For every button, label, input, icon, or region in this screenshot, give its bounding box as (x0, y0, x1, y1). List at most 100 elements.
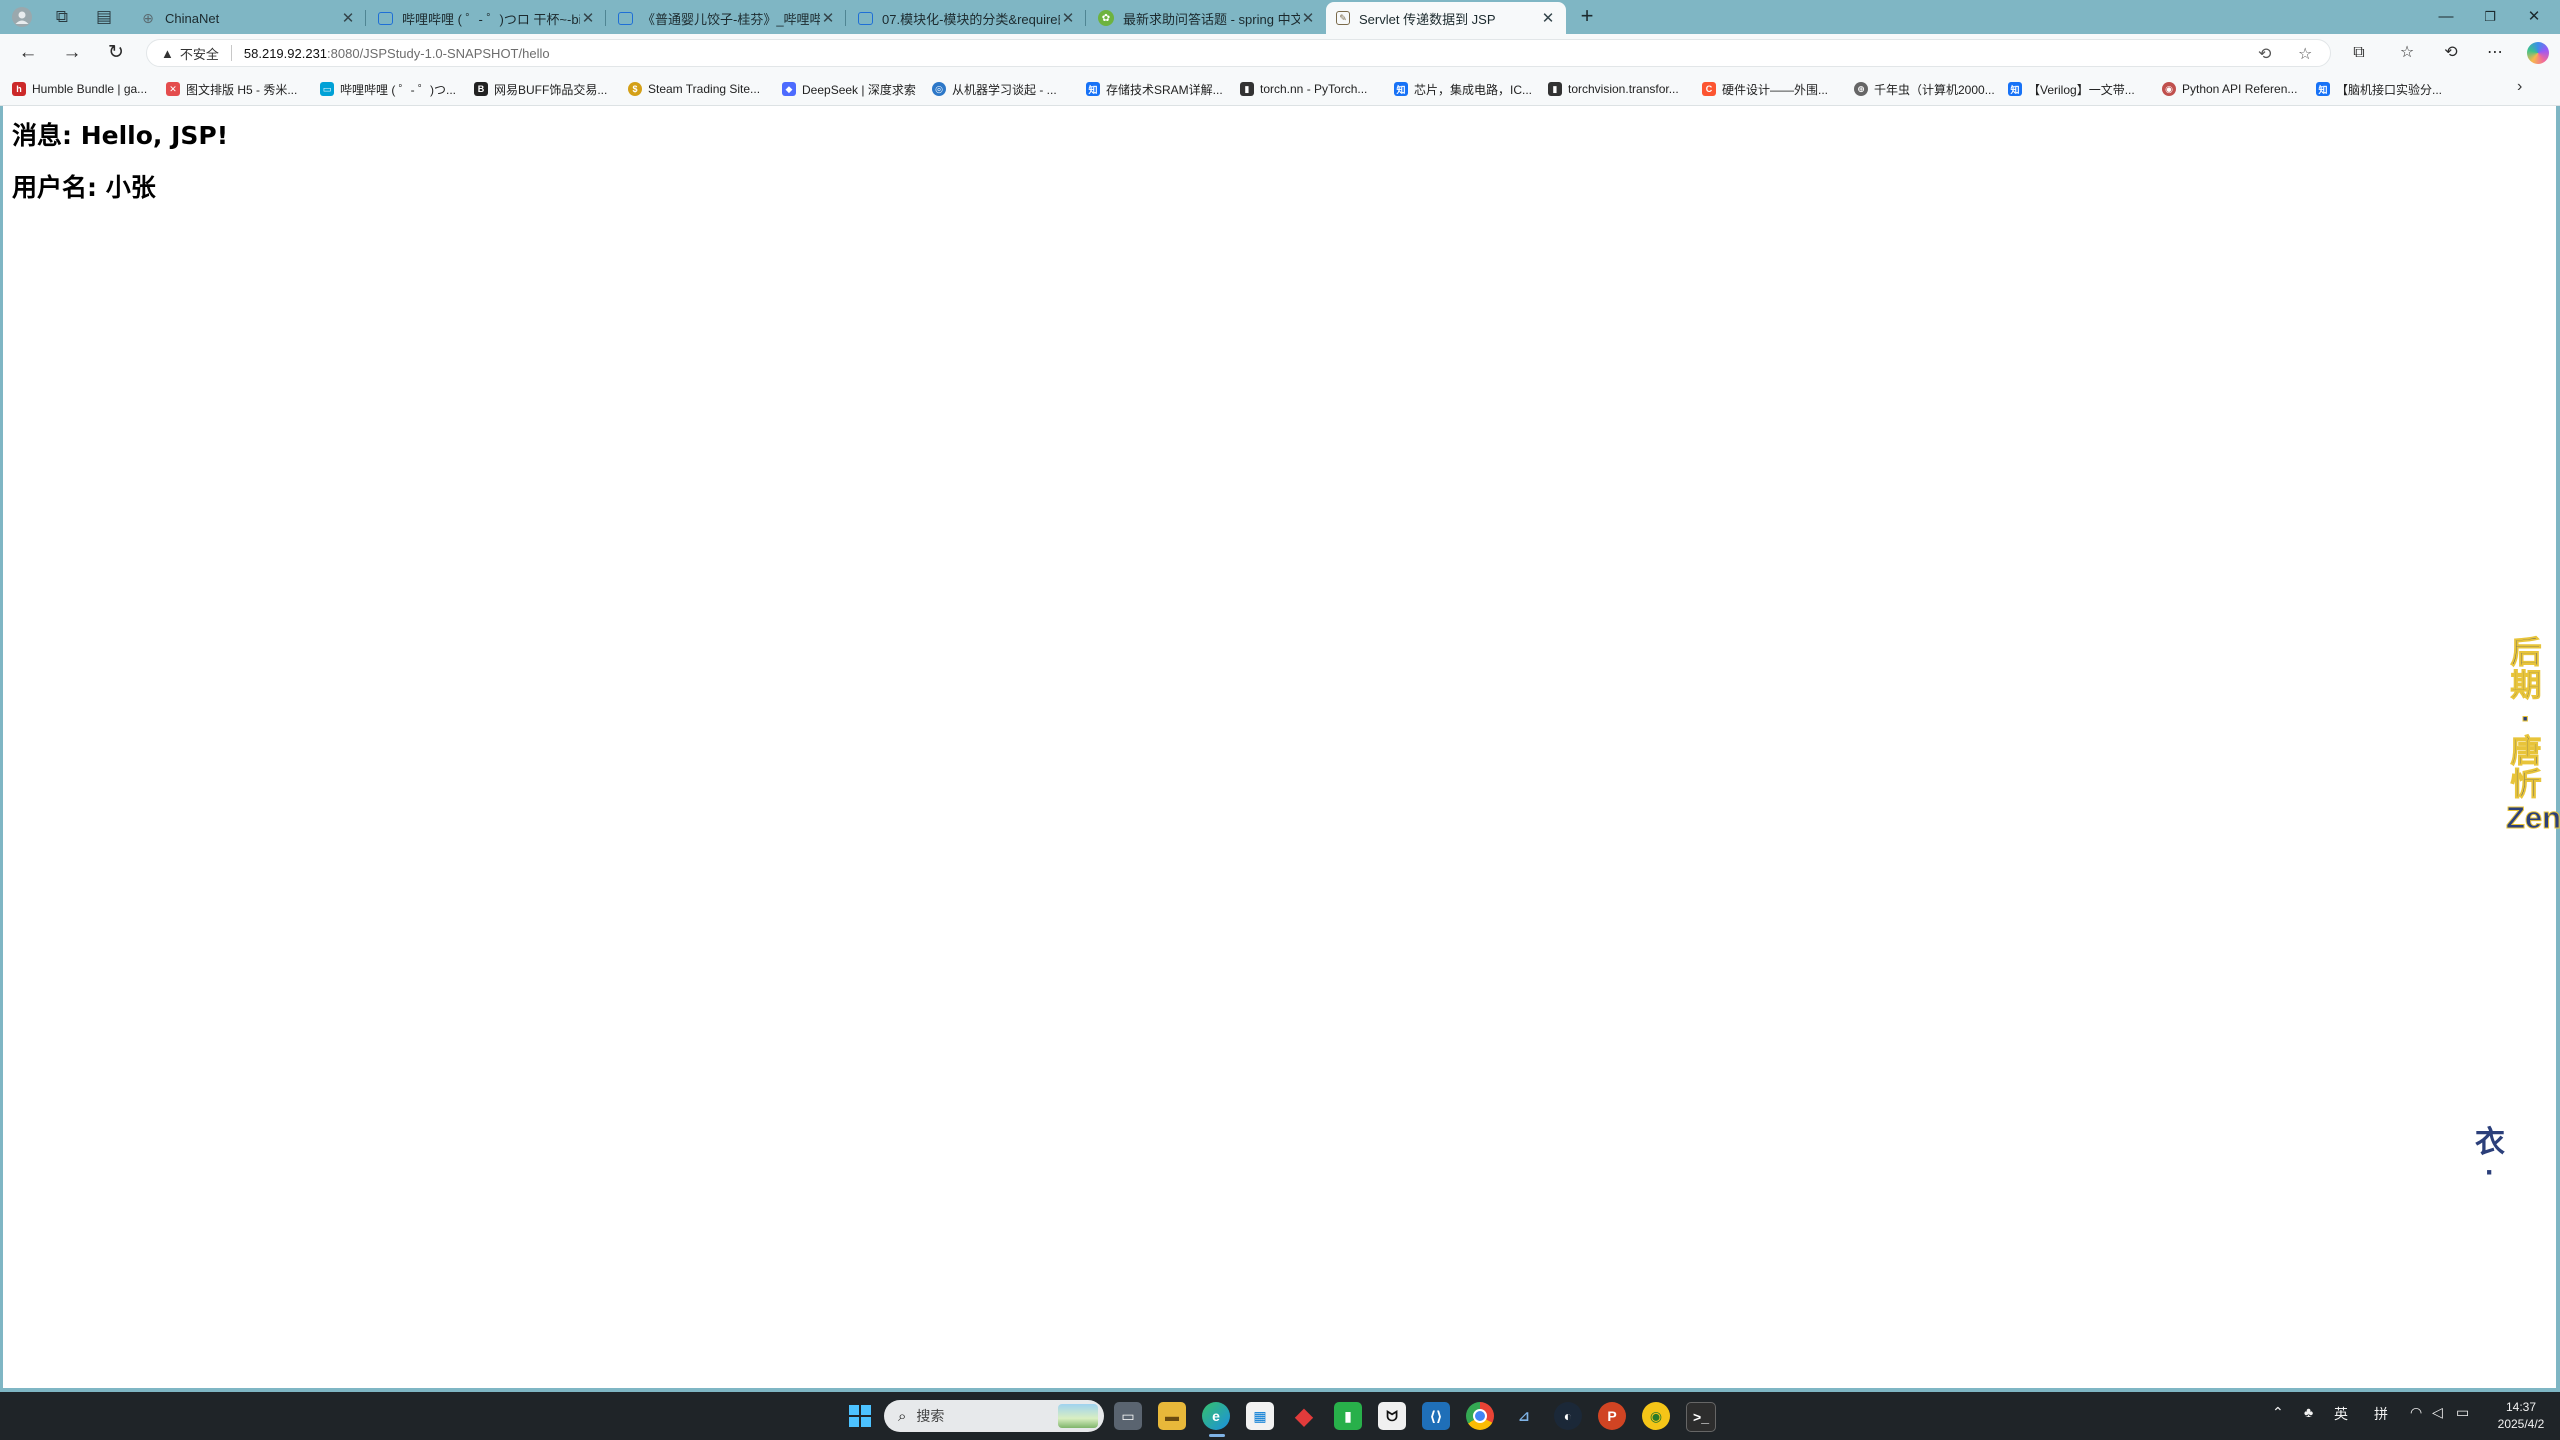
app-green-icon[interactable]: ▮ (1334, 1402, 1362, 1430)
side-decoration-text-2: 衣· (2475, 1126, 2505, 1189)
bookmark-item[interactable]: 知【脑机接口实验分... (2316, 80, 2442, 98)
bookmark-label: Humble Bundle | ga... (32, 82, 148, 96)
spring-icon: ✿ (1098, 10, 1114, 26)
forward-icon[interactable]: → (58, 41, 86, 65)
bilibili-icon: ▭ (320, 82, 334, 96)
bookmark-label: 从机器学习谈起 - ... (952, 82, 1057, 97)
windows-start-icon[interactable] (846, 1402, 874, 1430)
bookmark-item[interactable]: ✕ 图文排版 H5 - 秀米... (166, 80, 297, 98)
task-view-icon[interactable]: ▭ (1114, 1402, 1142, 1430)
bookmark-label: 【脑机接口实验分... (2336, 82, 2443, 97)
bookmark-label: 硬件设计——外围... (1722, 82, 1829, 97)
humble-icon: h (12, 82, 26, 96)
steam-trading-icon: $ (628, 82, 642, 96)
favorite-star-icon[interactable]: ☆ (2298, 44, 2312, 64)
new-tab-icon[interactable]: + (1575, 5, 1599, 29)
bookmark-label: 图文排版 H5 - 秀米... (186, 82, 298, 97)
taskbar: ⌕ 搜索 ▭ ▬ e ▦ ◆ ▮ ᗢ ⟨⟩ ⊿ ◐ P ◉ >_ ⌃ ♣ 英 拼… (0, 1392, 2560, 1440)
bookmark-item[interactable]: 知存储技术SRAM详解... (1086, 80, 1223, 98)
taskbar-search[interactable]: ⌕ 搜索 (884, 1400, 1104, 1432)
tray-app-icon[interactable]: ♣ (2304, 1404, 2313, 1420)
taskbar-clock[interactable]: 14:37 2025/4/2 (2488, 1399, 2554, 1433)
more-menu-icon[interactable]: ⋯ (2481, 41, 2509, 65)
vscode-icon[interactable]: ⟨⟩ (1422, 1402, 1450, 1430)
close-tab-icon[interactable]: ✕ (1060, 9, 1076, 27)
bookmark-item[interactable]: 知芯片，集成电路，IC... (1394, 80, 1532, 98)
bookmark-item[interactable]: $ Steam Trading Site... (628, 80, 760, 98)
input-language-indicator[interactable]: 英 (2334, 1404, 2348, 1424)
bookmark-item[interactable]: C 硬件设计——外围... (1702, 80, 1828, 98)
bookmark-item[interactable]: ▮ torchvision.transfor... (1548, 80, 1679, 98)
bookmark-item[interactable]: ⊕ 千年虫（计算机2000... (1854, 80, 1995, 98)
close-window-icon[interactable]: ✕ (2512, 4, 2556, 30)
bookmark-item[interactable]: ▭ 哔哩哔哩 ( ゜- ゜)つ... (320, 80, 456, 98)
read-aloud-icon[interactable]: ⟲ (2258, 44, 2271, 64)
edge-icon[interactable]: e (1202, 1402, 1230, 1430)
app-blue-icon[interactable]: ⊿ (1510, 1402, 1538, 1430)
workspaces-icon[interactable]: ⧉ (48, 5, 76, 29)
close-tab-icon[interactable]: ✕ (820, 9, 836, 27)
tab-bilibili-video[interactable]: 《普通婴儿饺子-桂芬》_哔哩哔哩 ✕ (608, 2, 846, 34)
tray-overflow-icon[interactable]: ⌃ (2272, 1404, 2284, 1421)
input-method-indicator[interactable]: 拼 (2374, 1404, 2388, 1424)
address-bar[interactable]: ▲ 不安全 58.219.92.231:8080/JSPStudy-1.0-SN… (146, 39, 2331, 67)
wifi-icon[interactable]: ◠ (2410, 1404, 2422, 1421)
csdn-icon: C (1702, 82, 1716, 96)
favorites-icon[interactable]: ☆ (2393, 41, 2421, 65)
file-explorer-icon[interactable]: ▬ (1158, 1402, 1186, 1430)
globe-icon: ⊕ (1854, 82, 1868, 96)
steam-icon[interactable]: ◐ (1554, 1402, 1582, 1430)
restore-icon[interactable]: ❐ (2468, 4, 2512, 30)
tab-title: 哔哩哔哩 ( ゜- ゜)つロ 干杯~-bilibili (402, 11, 580, 27)
tab-bilibili-home[interactable]: 哔哩哔哩 ( ゜- ゜)つロ 干杯~-bilibili ✕ (368, 2, 606, 34)
bookmark-item[interactable]: ◎ 从机器学习谈起 - ... (932, 80, 1057, 98)
chevron-right-icon[interactable]: › (2517, 78, 2522, 96)
battery-icon[interactable]: ▭ (2456, 1404, 2469, 1421)
profile-avatar-icon[interactable] (8, 5, 36, 29)
username-heading: 用户名: 小张 (12, 173, 156, 202)
python-icon: ◉ (2162, 82, 2176, 96)
message-heading: 消息: Hello, JSP! (12, 121, 229, 150)
bookmark-item[interactable]: ◉ Python API Referen... (2162, 80, 2297, 98)
close-tab-icon[interactable]: ✕ (1540, 9, 1556, 27)
tab-title: 07.模块化-模块的分类&require的 (882, 11, 1060, 27)
vertical-tabs-icon[interactable]: ▤ (90, 5, 118, 29)
app-yellow-icon[interactable]: ◉ (1642, 1402, 1670, 1430)
clock-date: 2025/4/2 (2497, 1417, 2545, 1431)
volume-icon[interactable]: ◁ (2432, 1404, 2443, 1421)
bookmark-item[interactable]: ◆ DeepSeek | 深度求索 (782, 80, 916, 98)
tab-spring[interactable]: ✿ 最新求助问答话题 - spring 中文社区 ✕ (1088, 2, 1326, 34)
insecure-label[interactable]: 不安全 (180, 44, 219, 63)
active-indicator (1209, 1434, 1225, 1437)
reload-icon[interactable]: ↻ (102, 41, 130, 65)
bookmark-item[interactable]: ▮ torch.nn - PyTorch... (1240, 80, 1367, 98)
tab-servlet-active[interactable]: ✎ Servlet 传递数据到 JSP ✕ (1326, 2, 1566, 34)
close-tab-icon[interactable]: ✕ (1300, 9, 1316, 27)
bookmark-item[interactable]: h Humble Bundle | ga... (12, 80, 147, 98)
terminal-icon[interactable]: >_ (1686, 1402, 1716, 1432)
tab-chinanet[interactable]: ⊕ ChinaNet ✕ (130, 2, 366, 34)
chrome-icon[interactable] (1466, 1402, 1494, 1430)
app-red-icon[interactable]: ◆ (1290, 1402, 1318, 1430)
page-icon: ✎ (1336, 11, 1350, 25)
url-host: 58.219.92.231 (243, 45, 328, 61)
powerpoint-icon[interactable]: P (1598, 1402, 1626, 1430)
copilot-icon[interactable] (2527, 42, 2549, 64)
extensions-icon[interactable]: ⧉ (2345, 41, 2373, 65)
warning-icon[interactable]: ▲ (161, 46, 174, 61)
store-icon[interactable]: ▦ (1246, 1402, 1274, 1430)
minimize-icon[interactable]: — (2424, 4, 2468, 30)
book-icon: ▮ (1548, 82, 1562, 96)
close-tab-icon[interactable]: ✕ (580, 9, 596, 27)
bookmark-label: Python API Referen... (2182, 82, 2298, 96)
qq-icon[interactable]: ᗢ (1378, 1402, 1406, 1430)
bookmark-item[interactable]: 知【Verilog】一文带... (2008, 80, 2135, 98)
bookmark-item[interactable]: B 网易BUFF饰品交易... (474, 80, 607, 98)
zhihu-icon: 知 (1394, 82, 1408, 96)
tab-bilibili-module[interactable]: 07.模块化-模块的分类&require的 ✕ (848, 2, 1086, 34)
bookmark-label: 千年虫（计算机2000... (1874, 82, 1995, 97)
history-icon[interactable]: ⟲ (2437, 41, 2465, 65)
back-icon[interactable]: ← (14, 41, 42, 65)
close-tab-icon[interactable]: ✕ (340, 9, 356, 27)
zhihu-icon: 知 (2316, 82, 2330, 96)
